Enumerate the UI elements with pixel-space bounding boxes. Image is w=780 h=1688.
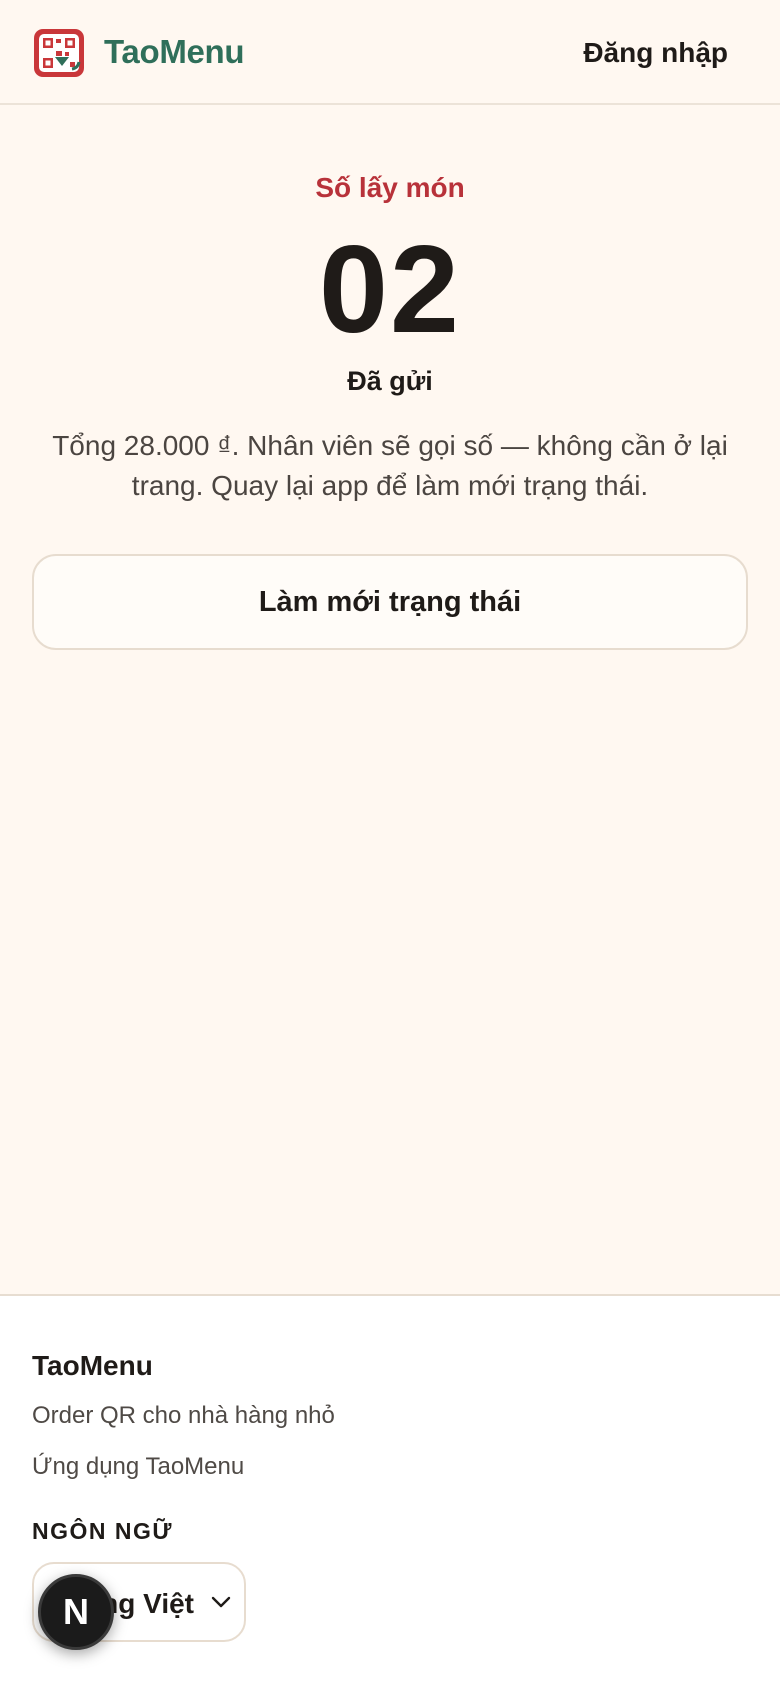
pickup-number: 02 [319,221,461,359]
order-status: Đã gửi [347,366,433,396]
login-link[interactable]: Đăng nhập [583,37,728,69]
order-description: Tổng 28.000 ₫. Nhân viên sẽ gọi số — khô… [52,430,728,501]
language-heading: NGÔN NGỮ [32,1518,173,1544]
chevron-down-icon [211,1596,231,1608]
top-header: TaoMenu Đăng nhập [0,0,780,105]
footer-app-link[interactable]: Ứng dụng TaoMenu [32,1453,244,1481]
brand-name[interactable]: TaoMenu [104,33,245,71]
language-selected-value: ng Việt [101,1588,194,1619]
pickup-number-label: Số lấy món [315,172,465,203]
qr-menu-icon[interactable] [34,29,84,77]
dev-tools-badge[interactable]: N [38,1574,114,1650]
footer-tagline: Order QR cho nhà hàng nhỏ [32,1402,335,1429]
footer: TaoMenu Order QR cho nhà hàng nhỏ Ứng dụ… [0,1294,780,1688]
footer-title: TaoMenu [32,1350,153,1381]
refresh-status-button[interactable]: Làm mới trạng thái [32,554,748,650]
